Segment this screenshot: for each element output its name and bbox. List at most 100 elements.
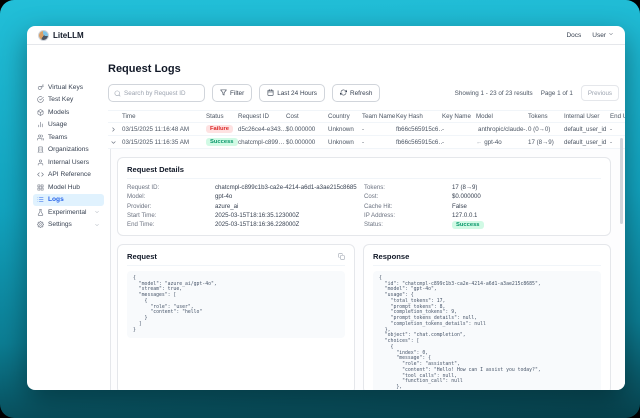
filter-button[interactable]: Filter xyxy=(212,84,252,102)
top-nav-links: Docs User xyxy=(566,31,614,39)
column-header-country: Country xyxy=(328,113,362,120)
request-json-code: { "model": "azure_ai/gpt-4o", "stream": … xyxy=(127,271,345,339)
request-details-card: Request Details Request ID:chatcmpl-c899… xyxy=(117,157,611,236)
sidebar-item-logs[interactable]: Logs xyxy=(33,194,104,207)
sidebar-item-label: Experimental xyxy=(48,209,86,216)
table-row[interactable]: 03/15/2025 11:16:48 AMFailured5c26ce4-e3… xyxy=(108,123,625,136)
sidebar-item-models[interactable]: Models xyxy=(33,106,104,119)
sidebar-item-model-hub[interactable]: Model Hub xyxy=(33,181,104,194)
refresh-label: Refresh xyxy=(350,90,372,97)
detail-value: $0.000000 xyxy=(452,193,481,200)
top-navbar: LiteLLM Docs User xyxy=(27,26,625,45)
cell-model: anthropic/claude-… xyxy=(476,126,528,133)
sidebar-item-label: Logs xyxy=(48,196,64,203)
sidebar-item-virtual-keys[interactable]: Virtual Keys xyxy=(33,81,104,94)
cell-time: 03/15/2025 11:16:48 AM xyxy=(122,126,206,133)
detail-value: Success xyxy=(452,221,484,229)
response-json-code: { "id": "chatcmpl-c899c1b3-ca2e-4214-a6d… xyxy=(373,271,601,390)
cell-key-name: - xyxy=(442,126,476,133)
page-indicator: Page 1 of 1 xyxy=(541,90,573,97)
code-icon xyxy=(37,171,44,178)
sidebar-item-label: Teams xyxy=(48,134,67,141)
sidebar-item-usage[interactable]: Usage xyxy=(33,119,104,132)
cell-key-hash: fb66c565915c6… xyxy=(396,139,442,146)
cell-tokens: 0 (0→0) xyxy=(528,126,564,133)
column-header-tokens: Tokens xyxy=(528,113,564,120)
sidebar-item-experimental[interactable]: Experimental xyxy=(33,206,104,219)
page-title: Request Logs xyxy=(108,63,625,75)
user-menu[interactable]: User xyxy=(592,31,614,39)
detail-value: 2025-03-15T18:16:36.228000Z xyxy=(215,221,299,228)
calendar-icon xyxy=(267,89,274,98)
cell-request-id: d5c26ce4-e343… xyxy=(238,126,286,133)
column-header-end-user: End User xyxy=(610,113,625,120)
bar-chart-icon xyxy=(37,121,44,128)
sidebar-item-organizations[interactable]: Organizations xyxy=(33,144,104,157)
litellm-logo xyxy=(38,30,49,41)
table-row[interactable]: 03/15/2025 11:16:35 AMSuccesschatcmpl-c8… xyxy=(108,136,625,149)
sidebar-item-test-key[interactable]: Test Key xyxy=(33,94,104,107)
table-header-row: TimeStatusRequest IDCostCountryTeam Name… xyxy=(108,110,625,123)
detail-field: IP Address:127.0.0.1 xyxy=(364,212,601,219)
sidebar-item-settings[interactable]: Settings xyxy=(33,219,104,232)
chevron-down-icon xyxy=(608,31,614,39)
chevron-down-icon xyxy=(94,222,100,228)
docs-link[interactable]: Docs xyxy=(566,32,581,39)
expanded-log-detail: Request Details Request ID:chatcmpl-c899… xyxy=(110,149,625,390)
column-header-model: Model xyxy=(476,113,528,120)
sidebar-item-label: Model Hub xyxy=(48,184,80,191)
key-icon xyxy=(37,84,44,91)
screenshot-stage: LiteLLM Docs User Virtual KeysTest KeyMo… xyxy=(0,0,640,418)
sidebar-item-label: Internal Users xyxy=(48,159,89,166)
detail-field: End Time:2025-03-15T18:16:36.228000Z xyxy=(127,221,364,228)
sidebar-item-label: Settings xyxy=(48,221,72,228)
detail-label: End Time: xyxy=(127,221,215,228)
refresh-button[interactable]: Refresh xyxy=(332,84,380,102)
detail-value: 2025-03-15T18:16:35.123000Z xyxy=(215,212,299,219)
cell-tokens: 17 (8→9) xyxy=(528,139,564,146)
box-icon xyxy=(37,109,44,116)
time-range-button[interactable]: Last 24 Hours xyxy=(259,84,325,102)
request-panel-title: Request xyxy=(127,252,157,261)
chevron-right-icon[interactable] xyxy=(108,126,122,133)
detail-field: Start Time:2025-03-15T18:16:35.123000Z xyxy=(127,212,364,219)
previous-page-button[interactable]: Previous xyxy=(581,85,619,101)
filter-label: Filter xyxy=(230,90,244,97)
scrollbar-thumb[interactable] xyxy=(620,138,623,224)
cell-cost: $0.000000 xyxy=(286,126,328,133)
detail-value: azure_ai xyxy=(215,203,238,210)
detail-label: Model: xyxy=(127,193,215,200)
request-panel: Request { "model": "azure_ai/gpt-4o", "s… xyxy=(117,244,355,390)
cell-internal-user: default_user_id xyxy=(564,139,610,146)
detail-label: Provider: xyxy=(127,203,215,210)
column-header-status: Status xyxy=(206,113,238,120)
building-icon xyxy=(37,146,44,153)
sidebar-nav: Virtual KeysTest KeyModelsUsage Teams Orga… xyxy=(27,45,108,390)
sidebar-item-api-reference[interactable]: API Reference xyxy=(33,169,104,182)
cell-country: Unknown xyxy=(328,139,362,146)
sidebar-item-internal-users[interactable]: Internal Users xyxy=(33,156,104,169)
search-box[interactable] xyxy=(108,84,205,102)
chevron-down-icon[interactable] xyxy=(108,139,122,146)
detail-value: chatcmpl-c899c1b3-ca2e-4214-a6d1-a3ae215… xyxy=(215,184,357,191)
search-input[interactable] xyxy=(124,90,199,97)
column-header-cost: Cost xyxy=(286,113,328,120)
sidebar-item-teams[interactable]: Teams xyxy=(33,131,104,144)
cell-key-hash: fb66c565915c6… xyxy=(396,126,442,133)
main-content: Request Logs Filter Last 24 Hours xyxy=(108,45,625,390)
gear-icon xyxy=(37,221,44,228)
badge-check-icon xyxy=(37,96,44,103)
status-badge: Failure xyxy=(206,125,238,133)
status-badge: Success xyxy=(206,138,238,146)
request-details-title: Request Details xyxy=(127,165,184,174)
cell-end-user: - xyxy=(610,126,625,133)
cell-country: Unknown xyxy=(328,126,362,133)
copy-icon[interactable] xyxy=(338,253,345,260)
results-count: Showing 1 - 23 of 23 results xyxy=(455,90,533,97)
detail-label: Request ID: xyxy=(127,184,215,191)
column-header-internal-user: Internal User xyxy=(564,113,610,120)
column-header-team-name: Team Name xyxy=(362,113,396,120)
response-panel: Response { "id": "chatcmpl-c899c1b3-ca2e… xyxy=(363,244,611,390)
sidebar-item-label: API Reference xyxy=(48,171,91,178)
cell-cost: $0.000000 xyxy=(286,139,328,146)
